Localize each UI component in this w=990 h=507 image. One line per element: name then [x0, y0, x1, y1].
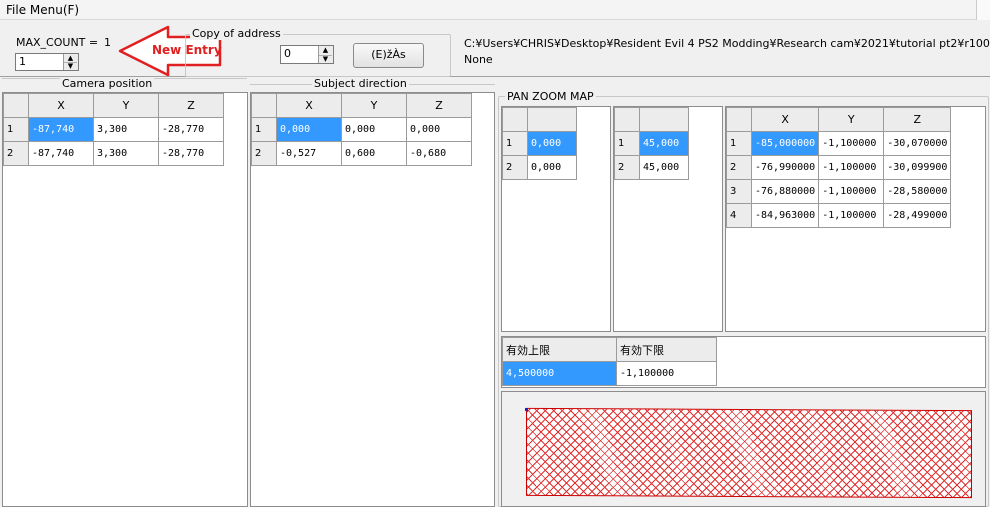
map-grid-panel[interactable]: X Y Z 1 -85,000000 -1,100000 -30,070000 … — [725, 106, 986, 332]
grid-cell[interactable]: -76,880000 — [750, 179, 820, 204]
copy-execute-button[interactable]: (E)žÀs — [353, 43, 424, 68]
file-path: C:¥Users¥CHRIS¥Desktop¥Resident Evil 4 P… — [464, 37, 990, 50]
menu-bar: File Menu(F) — [0, 0, 990, 20]
grid-corner — [3, 93, 29, 118]
column-header-y[interactable]: Y — [341, 93, 407, 118]
spinner-arrows[interactable]: ▲ ▼ — [318, 46, 333, 63]
grid-cell[interactable]: -1,100000 — [818, 179, 885, 204]
row-header[interactable]: 2 — [726, 155, 752, 180]
column-header-z[interactable]: Z — [406, 93, 472, 118]
map-vertex-marker — [525, 408, 528, 411]
grid-cell[interactable]: 3,300 — [93, 117, 159, 142]
grid-cell[interactable]: 0,000 — [406, 117, 472, 142]
copy-of-address-caption: Copy of address — [190, 27, 283, 40]
column-header-z[interactable]: Z — [883, 107, 952, 132]
pan-grid-panel[interactable]: 1 0,000 2 0,000 — [501, 106, 611, 332]
column-header-x[interactable]: X — [750, 107, 820, 132]
grid-cell[interactable]: 0,000 — [527, 131, 577, 156]
grid-cell[interactable]: -28,499000 — [883, 203, 952, 228]
camera-position-caption: Camera position — [60, 77, 155, 90]
grid-corner — [251, 93, 277, 118]
column-header-y[interactable]: Y — [93, 93, 159, 118]
copy-spinner[interactable]: 0 ▲ ▼ — [280, 45, 334, 64]
grid-cell[interactable]: 45,000 — [639, 155, 689, 180]
pan-grid: 1 0,000 2 0,000 — [502, 107, 577, 180]
limits-grid-panel[interactable]: 有効上限 有効下限 4,500000 -1,100000 — [501, 336, 986, 388]
pan-zoom-map-caption: PAN ZOOM MAP — [505, 90, 596, 103]
grid-cell[interactable]: -1,100000 — [818, 155, 885, 180]
column-header-x[interactable]: X — [28, 93, 94, 118]
subject-direction-grid: X Y Z 1 0,000 0,000 0,000 2 -0,527 0,600… — [251, 93, 472, 166]
limits-grid: 有効上限 有効下限 4,500000 -1,100000 — [502, 337, 717, 386]
row-header[interactable]: 2 — [502, 155, 528, 180]
row-header[interactable]: 4 — [726, 203, 752, 228]
spinner-arrows[interactable]: ▲ ▼ — [63, 54, 78, 70]
grid-cell[interactable]: 0,000 — [341, 117, 407, 142]
map-area-hatch — [526, 407, 972, 499]
row-header[interactable]: 1 — [614, 131, 640, 156]
grid-cell[interactable]: -28,770 — [158, 141, 224, 166]
grid-cell[interactable]: 45,000 — [639, 131, 689, 156]
column-header-z[interactable]: Z — [158, 93, 224, 118]
grid-cell[interactable]: -30,070000 — [883, 131, 952, 156]
upper-limit-header[interactable]: 有効上限 — [502, 337, 617, 362]
zoom-grid: 1 45,000 2 45,000 — [614, 107, 689, 180]
row-header[interactable]: 2 — [3, 141, 29, 166]
row-header[interactable]: 2 — [614, 155, 640, 180]
column-header-x[interactable]: X — [276, 93, 342, 118]
spin-down-icon[interactable]: ▼ — [319, 55, 332, 64]
row-header[interactable]: 1 — [726, 131, 752, 156]
grid-cell[interactable]: -0,527 — [276, 141, 342, 166]
grid-cell[interactable]: -84,963000 — [750, 203, 820, 228]
grid-cell[interactable]: 0,600 — [341, 141, 407, 166]
grid-cell[interactable]: -28,580000 — [883, 179, 952, 204]
window-button[interactable] — [976, 0, 990, 20]
row-header[interactable]: 1 — [502, 131, 528, 156]
grid-cell[interactable]: -30,099900 — [883, 155, 952, 180]
grid-cell[interactable]: -1,100000 — [818, 131, 885, 156]
grid-cell[interactable]: 0,000 — [527, 155, 577, 180]
grid-cell[interactable]: -87,740 — [28, 117, 94, 142]
row-header[interactable]: 2 — [251, 141, 277, 166]
file-status: None — [464, 53, 493, 66]
map-preview-panel — [501, 391, 986, 507]
grid-cell[interactable]: -1,100000 — [818, 203, 885, 228]
max-count-spinner[interactable]: 1 ▲ ▼ — [15, 53, 79, 71]
spin-down-icon[interactable]: ▼ — [64, 62, 77, 70]
max-count-value: 1 — [104, 36, 111, 49]
upper-limit-cell[interactable]: 4,500000 — [502, 361, 617, 386]
grid-cell[interactable]: 0,000 — [276, 117, 342, 142]
grid-cell[interactable]: 3,300 — [93, 141, 159, 166]
copy-spinner-value: 0 — [284, 47, 291, 60]
grid-cell[interactable]: -28,770 — [158, 117, 224, 142]
lower-limit-cell[interactable]: -1,100000 — [616, 361, 717, 386]
map-grid: X Y Z 1 -85,000000 -1,100000 -30,070000 … — [726, 107, 952, 228]
camera-position-grid: X Y Z 1 -87,740 3,300 -28,770 2 -87,740 … — [3, 93, 224, 166]
row-header[interactable]: 1 — [3, 117, 29, 142]
grid-corner — [614, 107, 640, 132]
file-menu[interactable]: File Menu(F) — [6, 3, 79, 17]
subject-direction-caption: Subject direction — [312, 77, 409, 90]
zoom-grid-panel[interactable]: 1 45,000 2 45,000 — [613, 106, 723, 332]
column-header[interactable] — [639, 107, 689, 132]
row-header[interactable]: 3 — [726, 179, 752, 204]
grid-cell[interactable]: -85,000000 — [750, 131, 820, 156]
max-count-label: MAX_COUNT = — [16, 36, 99, 49]
lower-limit-header[interactable]: 有効下限 — [616, 337, 717, 362]
camera-position-grid-panel[interactable]: X Y Z 1 -87,740 3,300 -28,770 2 -87,740 … — [2, 92, 248, 507]
top-panel: MAX_COUNT = 1 1 ▲ ▼ New Entry Copy of ad… — [0, 21, 990, 77]
grid-cell[interactable]: -87,740 — [28, 141, 94, 166]
row-header[interactable]: 1 — [251, 117, 277, 142]
grid-cell[interactable]: -76,990000 — [750, 155, 820, 180]
grid-corner — [502, 107, 528, 132]
column-header-y[interactable]: Y — [818, 107, 885, 132]
grid-corner — [726, 107, 752, 132]
max-count-spinner-value: 1 — [19, 55, 26, 68]
subject-direction-grid-panel[interactable]: X Y Z 1 0,000 0,000 0,000 2 -0,527 0,600… — [250, 92, 495, 507]
grid-cell[interactable]: -0,680 — [406, 141, 472, 166]
column-header[interactable] — [527, 107, 577, 132]
